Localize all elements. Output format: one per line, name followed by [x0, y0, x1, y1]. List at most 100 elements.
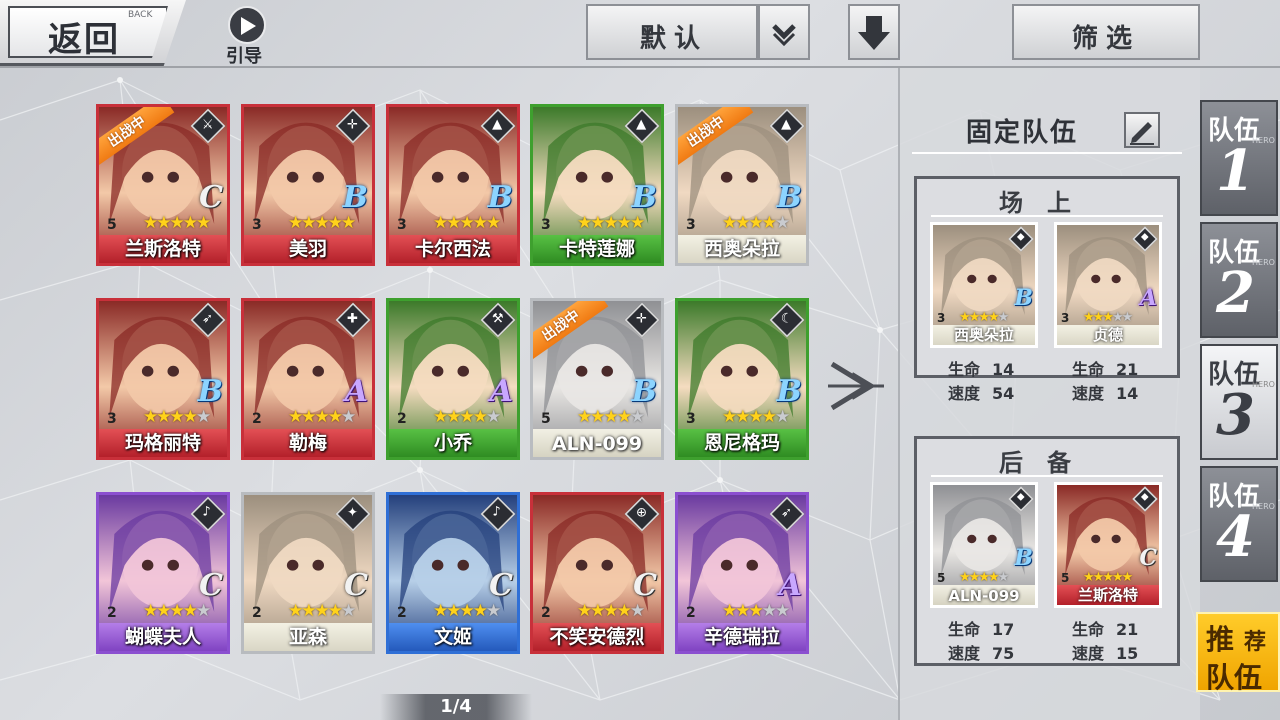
hero-card[interactable]: ✚ A 2 ★★★★★ 勒梅 [241, 298, 375, 460]
hero-card[interactable]: ▲ B 3 ★★★★★ 卡尔西法 [386, 104, 520, 266]
hero-name: 辛德瑞拉 [703, 626, 780, 648]
edit-team-button[interactable] [1124, 112, 1160, 148]
grade-badge: B [776, 374, 802, 409]
page-number: 1/4 [440, 696, 472, 717]
filter-button[interactable]: 筛选 [1012, 4, 1200, 60]
hero-level: 3 [1061, 311, 1070, 325]
hero-level: 3 [937, 311, 946, 325]
team-tab-sub: HERO [1252, 380, 1275, 389]
hero-card[interactable]: ✦ C 2 ★★★★★ 亚森 [241, 492, 375, 654]
hero-stat: 生命 14 [948, 360, 1015, 379]
star-rating: ★★★★★ [577, 601, 645, 621]
star-rating: ★★★★★ [577, 213, 645, 233]
hero-name: 兰斯洛特 [124, 238, 201, 260]
hero-level: 3 [541, 217, 551, 233]
sort-order-button[interactable] [848, 4, 900, 60]
star-rating: ★★★★★ [288, 213, 356, 233]
star-rating: ★★★★★ [577, 407, 645, 427]
field-label: 场上 [999, 189, 1095, 217]
team-tab-3[interactable]: 队伍 3 HERO [1200, 344, 1278, 460]
grade-badge: B [1014, 545, 1033, 571]
grade-badge: B [342, 180, 368, 215]
star-rating: ★★★★★ [433, 407, 501, 427]
star-rating: ★★★★★ [1083, 570, 1133, 585]
hero-level: 3 [252, 217, 262, 233]
hero-level: 5 [1061, 571, 1070, 585]
sort-dropdown-button[interactable] [758, 4, 810, 60]
hero-card[interactable]: ▲ B 3 ★★★★★ 卡特莲娜 [530, 104, 664, 266]
star-rating: ★★★★★ [143, 601, 211, 621]
team-tab-2[interactable]: 队伍 2 HERO [1200, 222, 1278, 338]
star-rating: ★★★★★ [143, 213, 211, 233]
grade-badge: C [1139, 545, 1157, 571]
grade-badge: B [197, 374, 223, 409]
hero-level: 3 [397, 217, 407, 233]
star-rating: ★★★★★ [959, 310, 1009, 325]
hero-name: 不笑安德烈 [549, 626, 645, 648]
hero-stat: 速度 54 [948, 384, 1015, 403]
hero-level: 3 [686, 411, 696, 427]
team-hero-card[interactable]: ◆ B 5 ★★★★★ ALN-099 [930, 482, 1038, 608]
team-tab-number: 2 [1216, 260, 1255, 326]
team-tab-sub: HERO [1252, 502, 1275, 511]
hero-stat: 速度 75 [948, 644, 1015, 663]
grade-badge: B [1014, 285, 1033, 311]
hero-card[interactable]: ✛ B 5 ★★★★★ ALN-099 出战中 [530, 298, 664, 460]
hero-name: 文姬 [433, 626, 472, 648]
grade-badge: C [633, 568, 657, 603]
hero-level: 2 [541, 605, 551, 621]
hero-card[interactable]: ➶ A 2 ★★★★★ 辛德瑞拉 [675, 492, 809, 654]
team-tab-4[interactable]: 队伍 4 HERO [1200, 466, 1278, 582]
field-divider [931, 215, 1163, 217]
hero-stat: 速度 15 [1072, 644, 1139, 663]
sort-button[interactable]: 默认 [586, 4, 758, 60]
team-tab-sub: HERO [1252, 136, 1275, 145]
grade-badge: B [776, 180, 802, 215]
team-tab-1[interactable]: 队伍 1 HERO [1200, 100, 1278, 216]
hero-name: 恩尼格玛 [703, 432, 780, 454]
star-rating: ★★★★★ [1083, 310, 1133, 325]
hero-card[interactable]: ⚔ C 5 ★★★★★ 兰斯洛特 出战中 [96, 104, 230, 266]
hero-level: 2 [252, 411, 262, 427]
hero-level: 2 [107, 605, 117, 621]
recommend-char-3: 队伍 [1206, 661, 1263, 694]
hero-level: 2 [686, 605, 696, 621]
team-tab-number: 4 [1216, 504, 1255, 570]
hero-name: 亚森 [288, 626, 327, 648]
arrow-down-icon [858, 16, 890, 50]
hero-card[interactable]: ☾ B 3 ★★★★★ 恩尼格玛 [675, 298, 809, 460]
star-rating: ★★★★★ [433, 213, 501, 233]
hero-level: 3 [107, 411, 117, 427]
recommend-char-1: 推 [1206, 623, 1235, 656]
hero-card[interactable]: ✛ B 3 ★★★★★ 美羽 [241, 104, 375, 266]
guide-button[interactable]: 引导 [222, 6, 274, 67]
grade-badge: A [344, 374, 368, 409]
hero-name: 卡特莲娜 [558, 238, 635, 260]
reserve-label: 后备 [999, 449, 1095, 477]
hero-card[interactable]: ♪ C 2 ★★★★★ 蝴蝶夫人 [96, 492, 230, 654]
grade-badge: C [344, 568, 368, 603]
team-hero-card[interactable]: ◆ B 3 ★★★★★ 西奥朵拉 [930, 222, 1038, 348]
back-button[interactable]: 返回 BACK [0, 0, 186, 66]
star-rating: ★★★★★ [722, 407, 790, 427]
hero-name: 兰斯洛特 [1077, 586, 1138, 604]
team-hero-card[interactable]: ◆ C 5 ★★★★★ 兰斯洛特 [1054, 482, 1162, 608]
hero-card[interactable]: ♪ C 2 ★★★★★ 文姬 [386, 492, 520, 654]
star-rating: ★★★★★ [433, 601, 501, 621]
hero-card[interactable]: ⊕ C 2 ★★★★★ 不笑安德烈 [530, 492, 664, 654]
hero-name: 美羽 [288, 238, 327, 260]
sort-label: 默认 [640, 24, 709, 54]
team-hero-card[interactable]: ◆ A 3 ★★★★★ 贞德 [1054, 222, 1162, 348]
hero-card[interactable]: ➶ B 3 ★★★★★ 玛格丽特 [96, 298, 230, 460]
grade-badge: A [489, 374, 513, 409]
hero-stat: 速度 14 [1072, 384, 1139, 403]
play-icon [228, 6, 266, 44]
hero-name: 小乔 [433, 432, 472, 454]
recommend-team-button[interactable]: 推 荐 队伍 [1196, 612, 1280, 694]
recommend-char-2: 荐 [1244, 630, 1267, 655]
hero-card[interactable]: ⚒ A 2 ★★★★★ 小乔 [386, 298, 520, 460]
star-rating: ★★★★★ [722, 601, 790, 621]
star-rating: ★★★★★ [959, 570, 1009, 585]
filter-label: 筛选 [1072, 24, 1141, 54]
hero-card[interactable]: ▲ B 3 ★★★★★ 西奥朵拉 出战中 [675, 104, 809, 266]
